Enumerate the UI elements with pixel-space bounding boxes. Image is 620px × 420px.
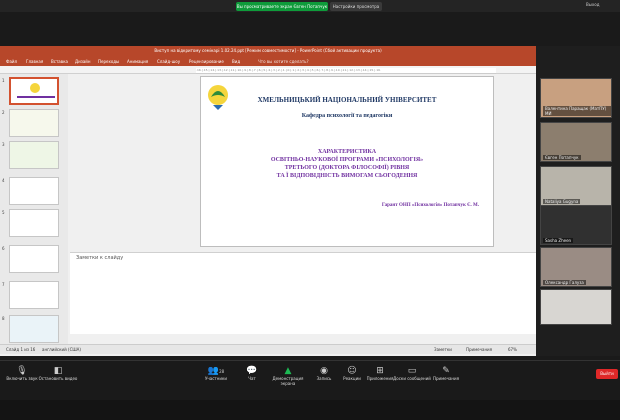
slide-thumbnail[interactable] <box>9 281 59 309</box>
tab-view[interactable]: Вид <box>232 59 240 64</box>
horizontal-ruler: ·16·|·15·|·14·|·13·|·12·|·11·|·10·|·9·|·… <box>196 68 496 74</box>
slide-title-line: ТА Ї ВІДПОВІДНІСТЬ ВИМОГАМ СЬОГОДЕННЯ <box>276 173 418 179</box>
participant-video[interactable]: Євген Потапчук <box>540 122 612 162</box>
exit-fullscreen-button[interactable]: Выход <box>586 2 599 7</box>
slide-number: 4 <box>2 178 5 183</box>
camera-icon: ◧ <box>53 366 63 376</box>
slide-counter: Слайд 1 из 16 <box>6 347 36 352</box>
slide-number: 6 <box>2 246 5 251</box>
bottom-strip <box>0 400 620 420</box>
slide-title-line: ТРЕТЬОГО (ДОКТОРА ФІЛОСОФІЇ) РІВНЯ <box>284 165 410 171</box>
participant-name: Олександр Галуза <box>543 280 586 285</box>
view-options-button[interactable]: Настройки просмотра <box>330 2 382 11</box>
thumb-text-line <box>17 96 55 98</box>
participant-video[interactable]: Nataliya Gugyna <box>540 166 612 206</box>
status-bar: Слайд 1 из 16 английский (США) Заметки П… <box>0 344 536 354</box>
notes-panel[interactable] <box>70 252 536 334</box>
slide-number: 2 <box>2 110 5 115</box>
participant-name: Валентина Паращак (МатПУ) МИ <box>543 106 611 116</box>
logo-icon <box>30 83 40 93</box>
slide-number: 5 <box>2 210 5 215</box>
tab-home[interactable]: Главная <box>26 59 43 64</box>
language-indicator: английский (США) <box>42 347 81 352</box>
slide-number: 8 <box>2 316 5 321</box>
slide-thumbnail-selected[interactable] <box>9 77 59 105</box>
slide-thumbnails-panel: 1 2 3 4 5 6 7 8 <box>0 74 68 344</box>
notes-button[interactable]: ✎ Примечания <box>424 366 468 381</box>
participant-video[interactable]: Олександр Галуза <box>540 247 612 287</box>
slide-number: 3 <box>2 142 5 147</box>
video-button[interactable]: ◧ Остановить видео <box>36 366 80 381</box>
slide-number: 7 <box>2 282 5 287</box>
tab-file[interactable]: Файл <box>6 59 17 64</box>
slide-university: ХМЕЛЬНИЦЬКИЙ НАЦІОНАЛЬНИЙ УНІВЕРСИТЕТ <box>257 96 437 104</box>
slide-thumbnail[interactable] <box>9 109 59 137</box>
slide-thumbnail[interactable] <box>9 245 59 273</box>
end-meeting-button[interactable]: Выйти <box>596 369 618 379</box>
tab-transitions[interactable]: Переходы <box>98 59 119 64</box>
video-bg <box>541 290 611 324</box>
slide-title-line: ХАРАКТЕРИСТИКА <box>317 149 377 155</box>
viewing-share-label: Вы просматриваете экран Євген Потапчук <box>236 2 328 11</box>
slide-number: 1 <box>2 78 5 83</box>
slide-thumbnail[interactable] <box>9 177 59 205</box>
search-input[interactable]: Что вы хотите сделать? <box>258 59 309 64</box>
current-slide[interactable]: ХМЕЛЬНИЦЬКИЙ НАЦІОНАЛЬНИЙ УНІВЕРСИТЕТ Ка… <box>200 76 494 247</box>
notes-toggle[interactable]: Заметки <box>434 347 452 352</box>
slide-thumbnail[interactable] <box>9 315 59 343</box>
participant-name: Nataliya Gugyna <box>543 199 581 204</box>
tab-animation[interactable]: Анимация <box>127 59 148 64</box>
participant-video[interactable] <box>540 289 612 325</box>
slide-thumbnail[interactable] <box>9 141 59 169</box>
ppt-window-title: Виступ на відкритому семінарі 1.02.24.pp… <box>0 46 536 56</box>
slide-thumbnail[interactable] <box>9 209 59 237</box>
tab-review[interactable]: Рецензирование <box>189 59 224 64</box>
tab-insert[interactable]: Вставка <box>51 59 68 64</box>
ppt-ribbon-tabs: Файл Главная Вставка Дизайн Переходы Ани… <box>0 56 612 66</box>
zoom-level[interactable]: 67% <box>508 347 517 352</box>
participant-video[interactable]: Sasha Zheen <box>540 205 612 245</box>
participant-video[interactable]: Валентина Паращак (МатПУ) МИ <box>540 78 612 118</box>
notes-icon: ✎ <box>442 366 450 376</box>
slide-department: Кафедра психології та педагогіки <box>301 113 393 119</box>
comments-toggle[interactable]: Примечания <box>466 347 492 352</box>
tab-slideshow[interactable]: Слайд-шоу <box>157 59 180 64</box>
participant-name: Sasha Zheen <box>543 238 574 243</box>
participant-name: Євген Потапчук <box>543 155 581 160</box>
slide-title-line: ОСВІТНЬО-НАУКОВОЇ ПРОГРАМИ «ПСИХОЛОГІЯ» <box>270 157 424 163</box>
slide-guarantor: Гарант ОНП «Психологія» Потапчук Є. М. <box>381 203 479 208</box>
tab-design[interactable]: Дизайн <box>75 59 91 64</box>
notes-placeholder[interactable]: Заметки к слайду <box>76 255 123 261</box>
